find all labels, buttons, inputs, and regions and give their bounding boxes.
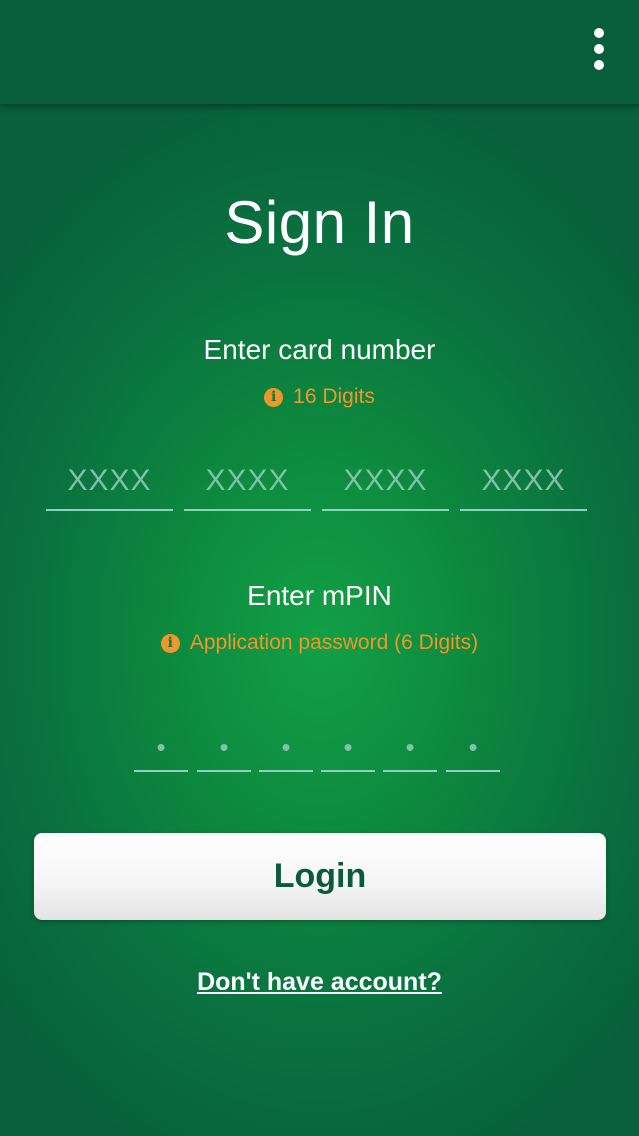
card-number-label: Enter card number — [203, 334, 436, 365]
mpin-digit-4[interactable] — [321, 724, 375, 772]
mpin-digit-1[interactable] — [134, 724, 188, 772]
menu-dot — [594, 60, 604, 70]
mpin-label: Enter mPIN — [247, 580, 392, 611]
mpin-hint-text: Application password (6 Digits) — [189, 631, 479, 654]
sign-in-screen: Sign In Enter card number i 16 Digits En… — [0, 0, 639, 1136]
mpin-digit-6[interactable] — [446, 724, 500, 772]
mpin-hint: i Application password (6 Digits) — [0, 631, 639, 655]
login-button[interactable]: Login — [34, 833, 606, 920]
more-vertical-icon[interactable] — [581, 22, 617, 76]
page-title: Sign In — [224, 189, 415, 256]
mpin-digit-2[interactable] — [197, 724, 251, 772]
mpin-digit-3[interactable] — [259, 724, 313, 772]
mpin-digit-5[interactable] — [383, 724, 437, 772]
info-icon: i — [160, 633, 180, 653]
card-number-field-3[interactable] — [322, 452, 449, 511]
card-number-hint-text: 16 Digits — [293, 385, 375, 408]
create-account-link[interactable]: Don't have account? — [0, 968, 639, 997]
card-number-field-2[interactable] — [184, 452, 311, 511]
menu-dot — [594, 44, 604, 54]
card-number-field-4[interactable] — [460, 452, 587, 511]
menu-dot — [594, 28, 604, 38]
app-bar — [0, 0, 639, 104]
card-number-field-1[interactable] — [46, 452, 173, 511]
info-icon: i — [264, 387, 284, 407]
card-number-hint: i 16 Digits — [0, 385, 639, 409]
